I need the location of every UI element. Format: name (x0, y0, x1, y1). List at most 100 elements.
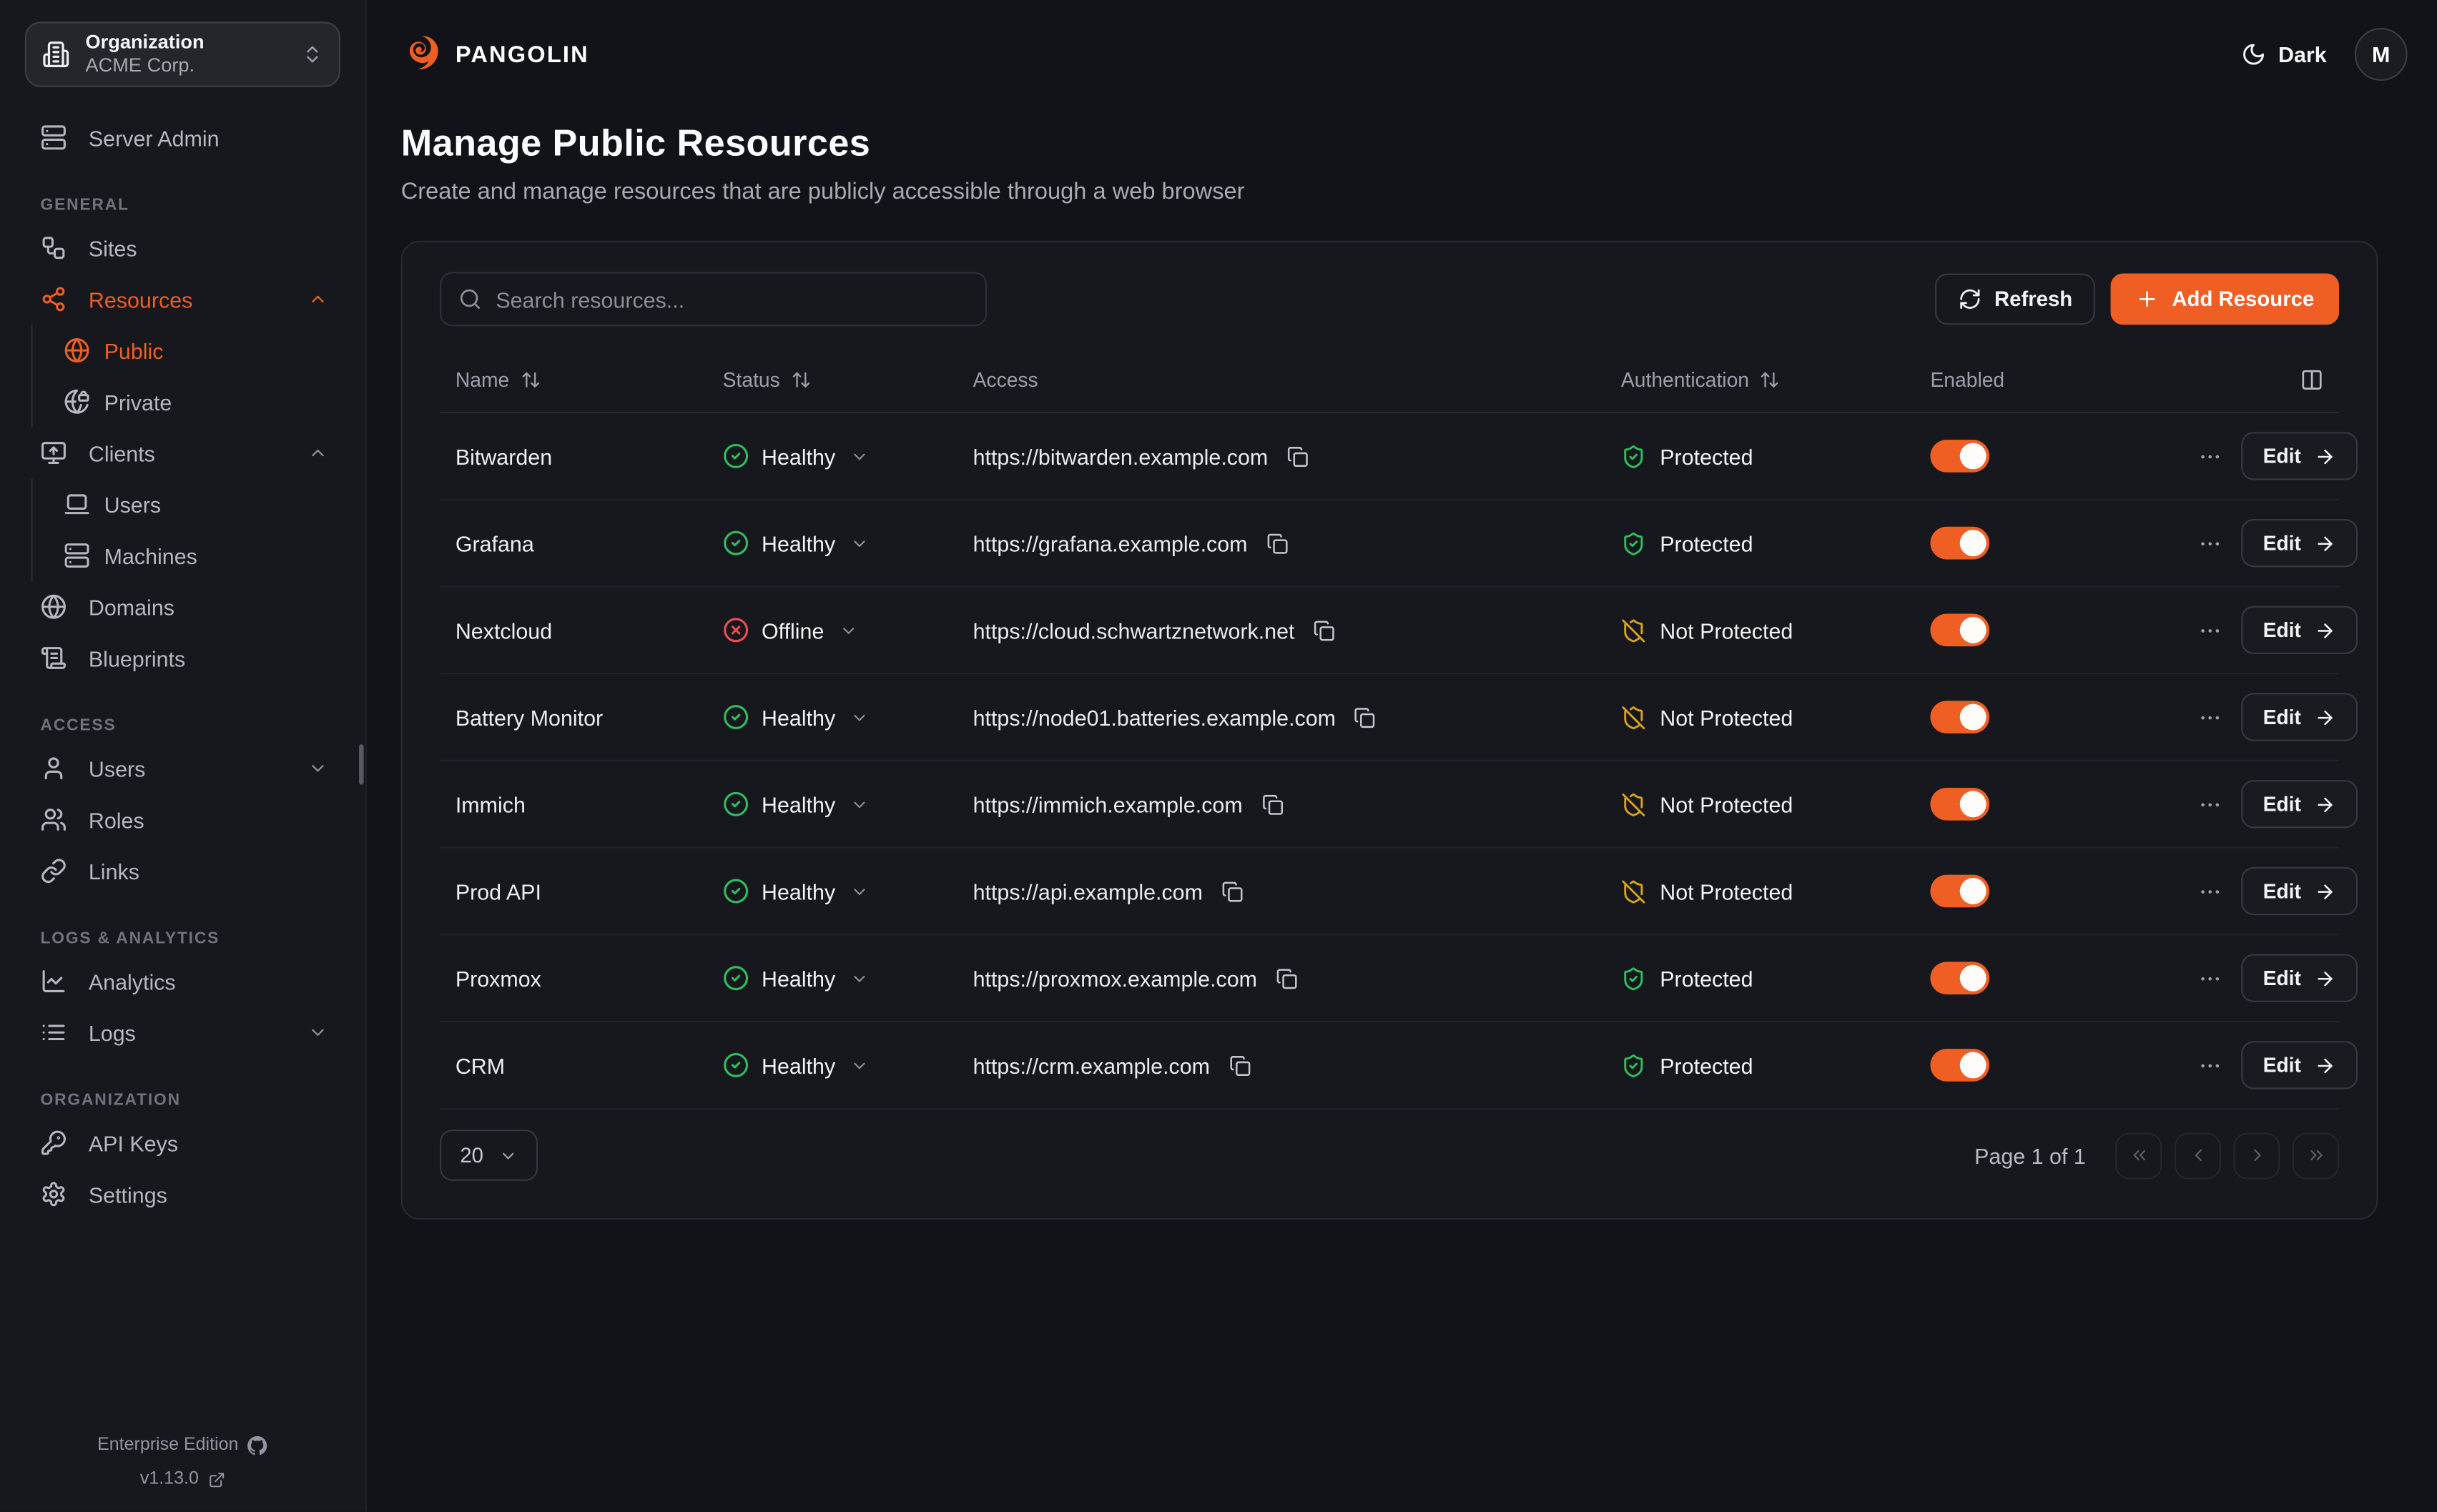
sidebar-item-server-admin[interactable]: Server Admin (25, 112, 340, 163)
row-actions: Edit (2195, 780, 2357, 828)
header-name[interactable]: Name (456, 368, 723, 392)
gear-icon (41, 1181, 67, 1207)
sidebar-item-api-keys[interactable]: API Keys (25, 1117, 340, 1169)
status-dropdown[interactable]: Healthy (723, 443, 870, 469)
sidebar-item-blueprints[interactable]: Blueprints (25, 633, 340, 684)
refresh-button[interactable]: Refresh (1935, 274, 2095, 325)
sidebar-item-label: API Keys (89, 1130, 328, 1155)
sidebar-item-public[interactable]: Public (51, 325, 340, 376)
sort-icon (791, 370, 811, 390)
sidebar-item-clients-users[interactable]: Users (51, 478, 340, 530)
copy-url-button[interactable] (1284, 442, 1311, 470)
edition-line[interactable]: Enterprise Edition (0, 1428, 365, 1462)
copy-url-button[interactable] (1310, 616, 1338, 644)
copy-url-button[interactable] (1218, 877, 1246, 905)
status-dropdown[interactable]: Healthy (723, 1052, 870, 1078)
sidebar-item-logs[interactable]: Logs (25, 1007, 340, 1058)
enabled-toggle[interactable] (1930, 1049, 1989, 1082)
search-input[interactable] (496, 287, 968, 312)
copy-url-button[interactable] (1273, 964, 1301, 992)
enabled-toggle[interactable] (1930, 527, 1989, 560)
enabled-toggle[interactable] (1930, 962, 1989, 994)
status-dropdown[interactable]: Healthy (723, 530, 870, 556)
header-authentication[interactable]: Authentication (1621, 368, 1931, 392)
status-dropdown[interactable]: Healthy (723, 791, 870, 817)
add-resource-button[interactable]: Add Resource (2112, 274, 2339, 325)
edit-button[interactable]: Edit (2241, 1041, 2357, 1089)
resource-name: Proxmox (456, 966, 723, 991)
page-size-select[interactable]: 20 (440, 1130, 538, 1181)
next-page-button[interactable] (2233, 1132, 2280, 1178)
copy-url-button[interactable] (1263, 529, 1291, 557)
chevron-down-icon (851, 534, 870, 553)
ellipsis-icon (2197, 705, 2222, 730)
row-menu-button[interactable] (2195, 701, 2225, 732)
edit-button[interactable]: Edit (2241, 432, 2357, 480)
header-status[interactable]: Status (723, 368, 973, 392)
first-page-button[interactable] (2115, 1132, 2162, 1178)
resource-url: https://bitwarden.example.com (973, 444, 1269, 469)
enabled-toggle[interactable] (1930, 875, 1989, 908)
sidebar-item-label: Analytics (89, 969, 328, 994)
user-avatar[interactable]: M (2355, 28, 2408, 81)
edit-button[interactable]: Edit (2241, 519, 2357, 567)
sidebar-item-domains[interactable]: Domains (25, 581, 340, 633)
topbar: PANGOLIN Dark M (401, 0, 2408, 109)
status-dropdown[interactable]: Healthy (723, 878, 870, 904)
status-dropdown[interactable]: Healthy (723, 704, 870, 731)
sidebar-item-resources[interactable]: Resources (25, 274, 340, 325)
row-menu-button[interactable] (2195, 615, 2225, 646)
last-page-button[interactable] (2293, 1132, 2339, 1178)
row-menu-button[interactable] (2195, 789, 2225, 819)
status-dropdown[interactable]: Healthy (723, 965, 870, 992)
enabled-toggle[interactable] (1930, 701, 1989, 733)
sidebar-item-clients[interactable]: Clients (25, 428, 340, 479)
sidebar-scrollbar-thumb[interactable] (359, 744, 364, 785)
enabled-toggle[interactable] (1930, 614, 1989, 647)
sidebar-item-machines[interactable]: Machines (51, 530, 340, 581)
theme-toggle-button[interactable]: Dark (2241, 42, 2327, 67)
row-menu-button[interactable] (2195, 876, 2225, 906)
org-selector[interactable]: Organization ACME Corp. (25, 21, 340, 87)
sidebar-item-private[interactable]: Private (51, 376, 340, 428)
sidebar-item-links[interactable]: Links (25, 845, 340, 896)
page-subtitle: Create and manage resources that are pub… (401, 179, 2378, 205)
brand-name: PANGOLIN (456, 41, 589, 68)
add-resource-label: Add Resource (2172, 287, 2314, 311)
row-menu-button[interactable] (2195, 440, 2225, 471)
table-header: Name Status Access Authentication Enable… (440, 348, 2339, 413)
sidebar-item-roles[interactable]: Roles (25, 794, 340, 846)
sidebar-item-label: Resources (89, 287, 286, 312)
enabled-toggle[interactable] (1930, 440, 1989, 473)
status-dropdown[interactable]: Offline (723, 617, 859, 643)
sidebar-item-settings[interactable]: Settings (25, 1168, 340, 1220)
shield-check-icon (1621, 444, 1646, 469)
edit-button[interactable]: Edit (2241, 693, 2357, 741)
previous-page-button[interactable] (2175, 1132, 2221, 1178)
toggle-knob (1960, 704, 1986, 731)
resource-url: https://proxmox.example.com (973, 966, 1257, 991)
github-icon (247, 1435, 267, 1455)
table-row: CRM Healthy https://crm.example.com Prot… (440, 1022, 2339, 1110)
enabled-toggle[interactable] (1930, 788, 1989, 821)
chevron-down-icon (307, 759, 328, 779)
version-line[interactable]: v1.13.0 (0, 1462, 365, 1496)
edit-button[interactable]: Edit (2241, 780, 2357, 828)
auth-cell: Protected (1621, 444, 1931, 469)
copy-url-button[interactable] (1352, 703, 1379, 731)
copy-url-button[interactable] (1226, 1051, 1254, 1079)
row-menu-button[interactable] (2195, 962, 2225, 993)
row-menu-button[interactable] (2195, 1049, 2225, 1080)
brand[interactable]: PANGOLIN (401, 34, 589, 75)
sidebar-item-users[interactable]: Users (25, 743, 340, 794)
edit-button[interactable]: Edit (2241, 606, 2357, 654)
shield-off-icon (1621, 618, 1646, 643)
sidebar-item-analytics[interactable]: Analytics (25, 956, 340, 1007)
edit-button[interactable]: Edit (2241, 954, 2357, 1002)
sidebar-item-sites[interactable]: Sites (25, 222, 340, 274)
edit-button[interactable]: Edit (2241, 867, 2357, 915)
avatar-initial: M (2372, 42, 2390, 67)
row-menu-button[interactable] (2195, 528, 2225, 558)
header-columns-toggle[interactable] (2195, 368, 2323, 392)
copy-url-button[interactable] (1258, 790, 1286, 818)
